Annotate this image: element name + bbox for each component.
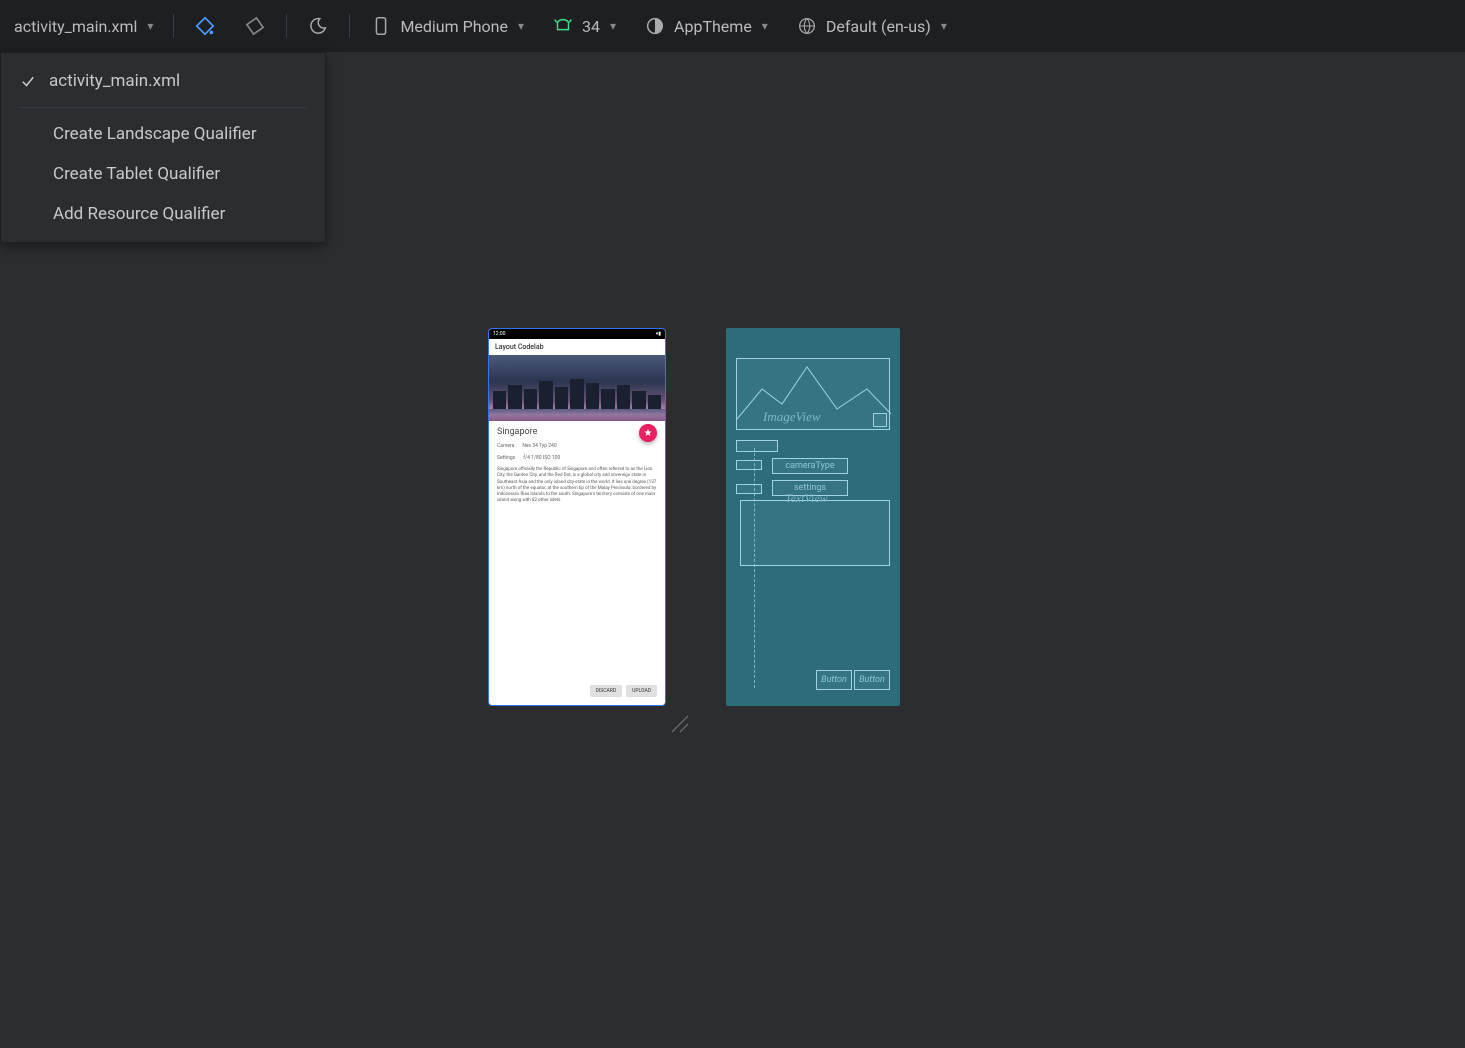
- check-icon: [19, 72, 37, 90]
- blueprint-label: ImageView: [763, 409, 821, 425]
- device-label: Medium Phone: [400, 17, 508, 36]
- menu-item-current-file[interactable]: activity_main.xml: [1, 61, 325, 101]
- menu-item-label: Create Landscape Qualifier: [53, 124, 257, 144]
- status-icons: ▾▮: [656, 331, 661, 337]
- camera-label: Camera: [497, 443, 514, 449]
- status-bar: 12:00 ▾▮: [489, 329, 665, 339]
- camera-row: Camera Nex 34 Typ 240: [497, 443, 657, 449]
- star-icon: ★: [644, 428, 653, 439]
- api-level-dropdown[interactable]: 34 ▾: [542, 9, 626, 43]
- menu-item-label: activity_main.xml: [49, 71, 180, 91]
- blueprint-label: cameraType: [785, 461, 834, 471]
- separator: [286, 14, 287, 38]
- camera-value: Nex 34 Typ 240: [522, 443, 556, 449]
- chevron-down-icon: ▾: [518, 19, 524, 33]
- api-level-label: 34: [582, 17, 600, 36]
- blueprint-title-outline[interactable]: [736, 440, 778, 452]
- chevron-down-icon: ▾: [610, 19, 616, 33]
- file-name: activity_main.xml: [14, 17, 137, 36]
- reflection: [489, 409, 665, 421]
- menu-item-label: Create Tablet Qualifier: [53, 164, 220, 184]
- blueprint-textview[interactable]: TextView: [740, 500, 890, 566]
- menu-item-resource-qualifier[interactable]: Add Resource Qualifier: [1, 194, 325, 234]
- blueprint-button-right[interactable]: Button: [854, 670, 890, 690]
- bottom-buttons: DISCARD UPLOAD: [590, 685, 657, 697]
- blueprint-label: Button: [859, 675, 885, 685]
- device-dropdown[interactable]: Medium Phone ▾: [360, 9, 534, 43]
- separator: [349, 14, 350, 38]
- view-mode-design-icon[interactable]: [184, 9, 226, 43]
- blueprint-camera-label-outline[interactable]: [736, 460, 762, 470]
- app-title: Layout Codelab: [495, 343, 544, 351]
- night-mode-icon[interactable]: [297, 9, 339, 43]
- chevron-down-icon: ▾: [941, 19, 947, 33]
- blueprint-imageview[interactable]: ImageView: [736, 358, 890, 430]
- chevron-down-icon: ▾: [147, 19, 153, 33]
- hero-image: [489, 355, 665, 421]
- menu-item-landscape-qualifier[interactable]: Create Landscape Qualifier: [1, 114, 325, 154]
- chevron-down-icon: ▾: [762, 19, 768, 33]
- discard-button[interactable]: DISCARD: [590, 685, 623, 697]
- separator: [173, 14, 174, 38]
- upload-button[interactable]: UPLOAD: [626, 685, 657, 697]
- app-bar: Layout Codelab: [489, 339, 665, 355]
- locale-label: Default (en-us): [826, 17, 931, 36]
- skyline: [489, 379, 665, 409]
- blueprint-button-left[interactable]: Button: [816, 670, 852, 690]
- locale-dropdown[interactable]: Default (en-us) ▾: [786, 9, 957, 43]
- settings-label: Settings: [497, 455, 515, 461]
- blueprint-label: Button: [821, 675, 847, 685]
- content-body: Singapore officially the Republic of Sin…: [497, 467, 657, 505]
- status-time: 12:00: [493, 331, 505, 337]
- theme-label: AppTheme: [674, 17, 752, 36]
- menu-item-tablet-qualifier[interactable]: Create Tablet Qualifier: [1, 154, 325, 194]
- blueprint-preview[interactable]: ImageView cameraType settings TextView B…: [726, 328, 900, 706]
- resize-handle-icon[interactable]: [668, 712, 692, 736]
- menu-item-label: Add Resource Qualifier: [53, 204, 225, 224]
- menu-divider: [19, 107, 307, 108]
- blueprint-camera-chip[interactable]: cameraType: [772, 458, 848, 474]
- settings-value: f/4 1/80 ISO 100: [523, 455, 560, 461]
- blueprint-label: TextView: [785, 491, 828, 506]
- design-preview[interactable]: 12:00 ▾▮ Layout Codelab ★: [488, 328, 666, 706]
- theme-dropdown[interactable]: AppTheme ▾: [634, 9, 778, 43]
- blueprint-settings-label-outline[interactable]: [736, 484, 762, 494]
- view-mode-blueprint-icon[interactable]: [234, 9, 276, 43]
- file-dropdown[interactable]: activity_main.xml ▾: [10, 11, 163, 42]
- file-variant-menu: activity_main.xml Create Landscape Quali…: [0, 52, 326, 243]
- content-title: Singapore: [497, 427, 657, 437]
- settings-row: Settings f/4 1/80 ISO 100: [497, 455, 657, 461]
- fab-star[interactable]: ★: [639, 424, 657, 442]
- layout-editor-toolbar: activity_main.xml ▾ Medium Phone ▾ 34 ▾ …: [0, 0, 1465, 52]
- blueprint-fab-outline[interactable]: [873, 413, 887, 427]
